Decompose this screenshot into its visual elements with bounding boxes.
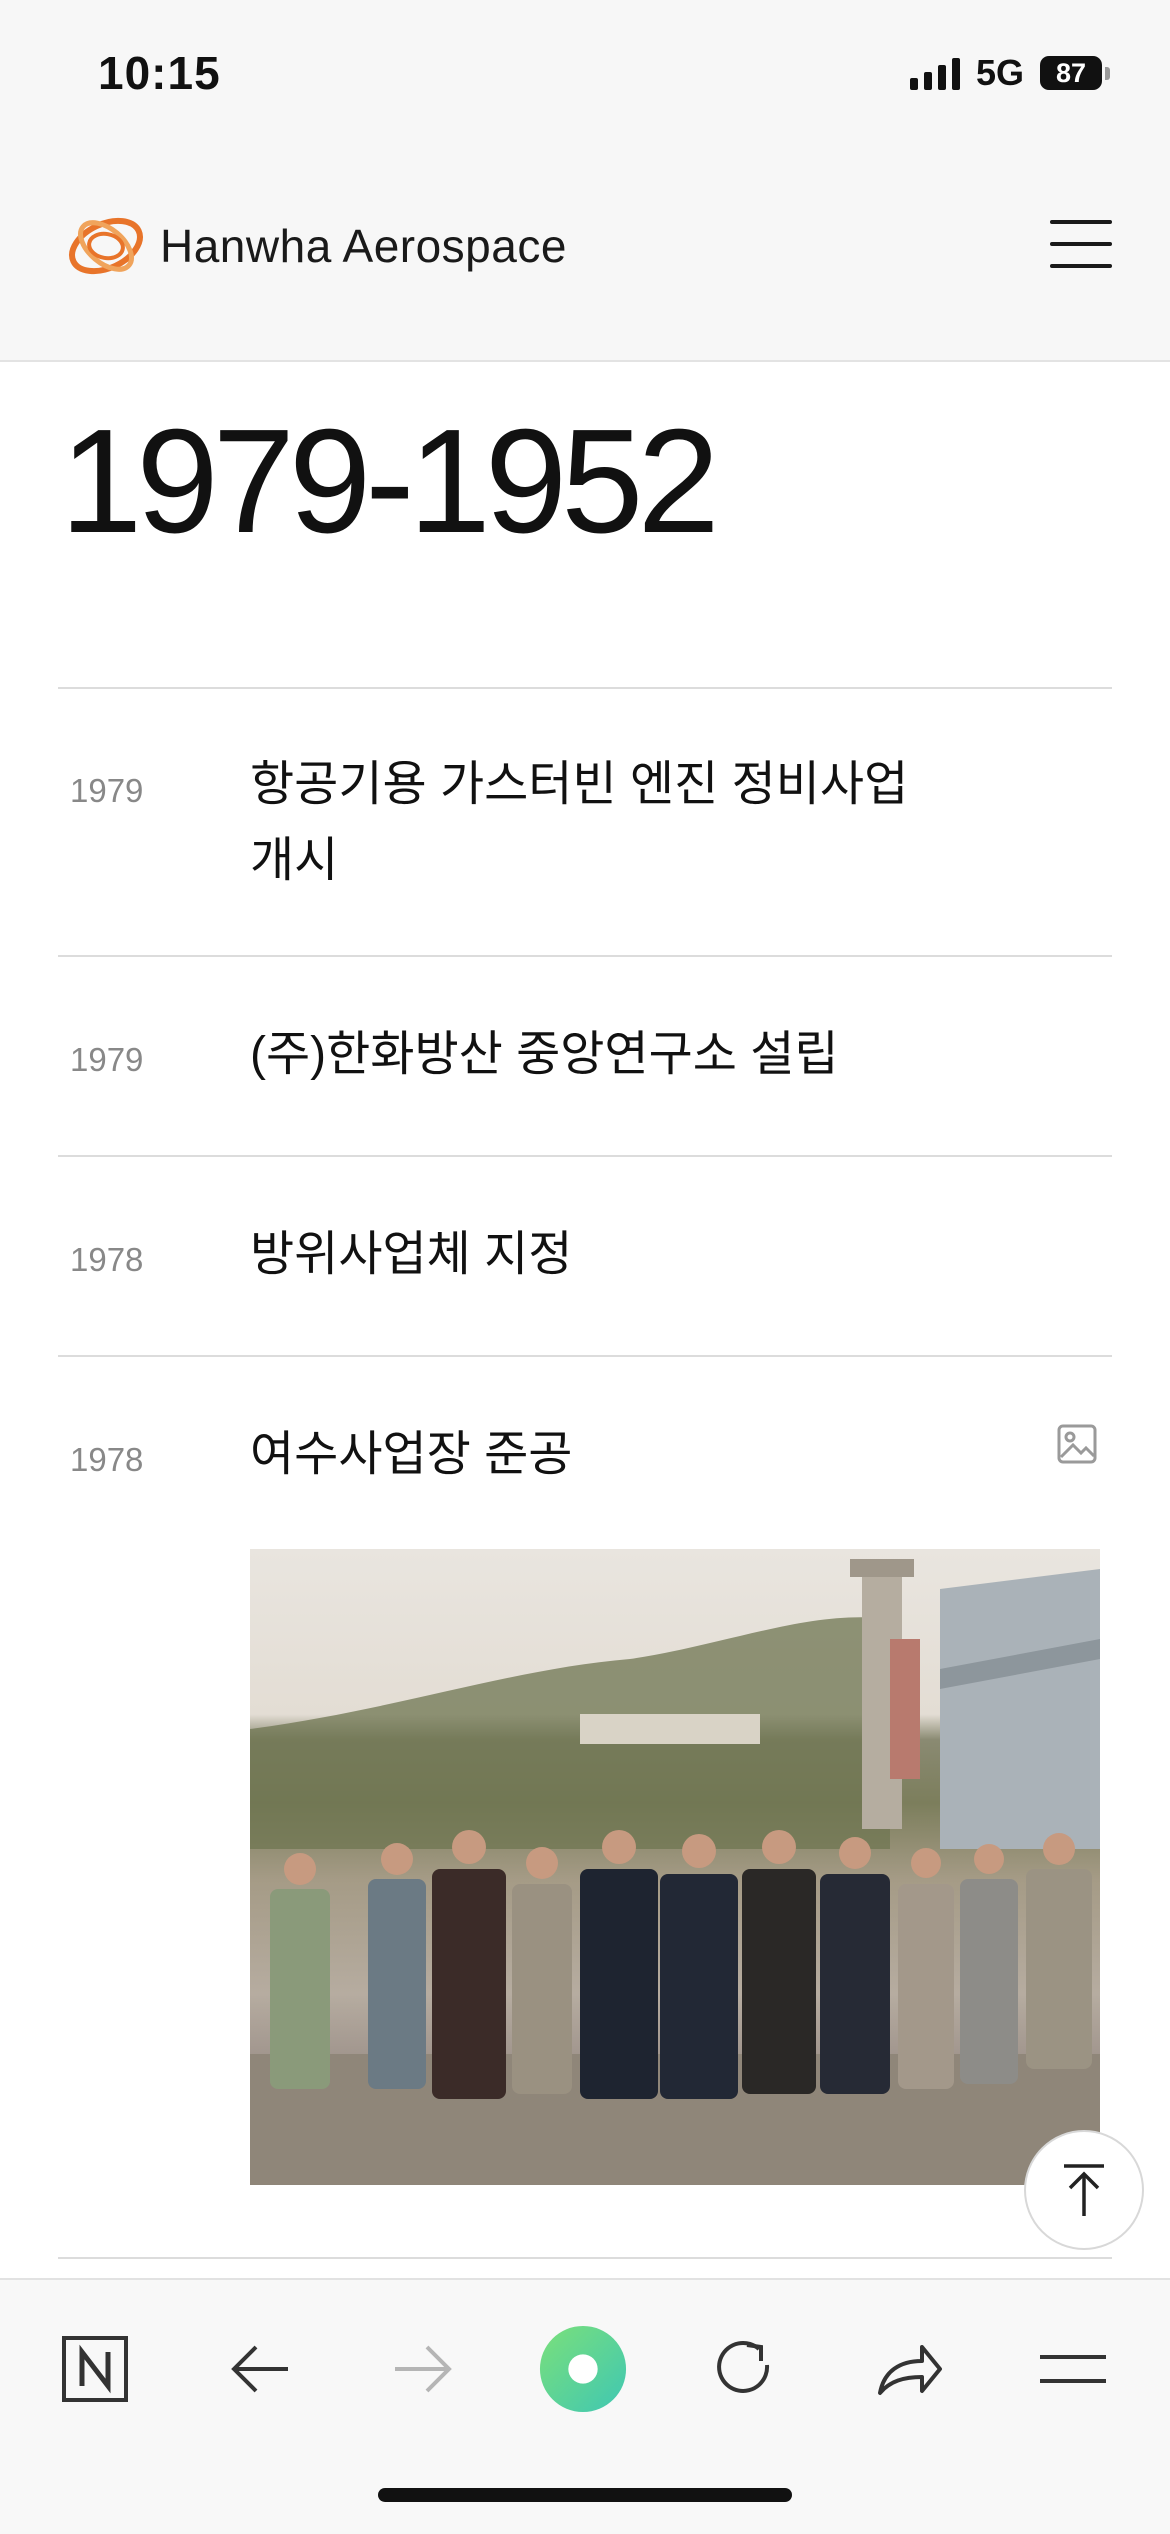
timeline-item: 1979 항공기용 가스터빈 엔진 정비사업 개시 — [58, 689, 1112, 957]
timeline-title: 항공기용 가스터빈 엔진 정비사업 개시 — [250, 758, 909, 887]
hanwha-logo-icon — [69, 217, 143, 275]
status-time: 10:15 — [98, 47, 221, 99]
hamburger-menu-icon[interactable] — [1050, 220, 1112, 268]
group-photo-illustration — [250, 1559, 1100, 2185]
share-icon[interactable] — [864, 2324, 954, 2414]
status-indicators: 5G 87 — [909, 52, 1110, 94]
timeline-item-with-photo: 1978 여수사업장 준공 — [58, 1357, 1112, 2259]
back-arrow-icon[interactable] — [215, 2324, 305, 2414]
timeline-year: 1979 — [70, 772, 144, 809]
menu-icon[interactable] — [1028, 2324, 1118, 2414]
home-indicator — [378, 2488, 792, 2502]
image-icon[interactable] — [1056, 1423, 1098, 1465]
forward-arrow-icon[interactable] — [378, 2324, 468, 2414]
timeline-item: 1979 (주)한화방산 중앙연구소 설립 — [58, 957, 1112, 1157]
brand-logo[interactable]: Hanwha Aerospace — [62, 204, 567, 288]
reload-icon[interactable] — [700, 2324, 790, 2414]
naver-home-icon[interactable] — [50, 2324, 140, 2414]
arrow-up-icon — [1064, 2164, 1104, 2216]
network-label: 5G — [975, 52, 1024, 93]
timeline-title: 여수사업장 준공 — [250, 1428, 573, 1481]
timeline-item: 1978 방위사업체 지정 — [58, 1157, 1112, 1357]
green-dot-icon[interactable] — [538, 2324, 628, 2414]
page-title: 1979-1952 — [60, 399, 720, 564]
timeline-year: 1979 — [70, 1041, 144, 1078]
brand-name: Hanwha Aerospace — [160, 220, 567, 272]
timeline-year: 1978 — [70, 1441, 144, 1478]
status-bar: 10:15 5G 87 — [0, 0, 1170, 140]
scroll-to-top-button[interactable] — [1024, 2130, 1144, 2250]
timeline-year: 1978 — [70, 1241, 144, 1278]
battery-level: 87 — [1040, 56, 1102, 90]
timeline-title: (주)한화방산 중앙연구소 설립 — [250, 1028, 839, 1081]
signal-icon — [909, 56, 960, 90]
site-header: Hanwha Aerospace — [0, 140, 1170, 362]
battery-icon: 87 — [1040, 56, 1110, 90]
timeline-title: 방위사업체 지정 — [250, 1228, 573, 1281]
yeosu-plant-photo — [250, 1549, 1100, 2185]
history-timeline: 1979 항공기용 가스터빈 엔진 정비사업 개시 1979 (주)한화방산 중… — [58, 687, 1112, 2259]
